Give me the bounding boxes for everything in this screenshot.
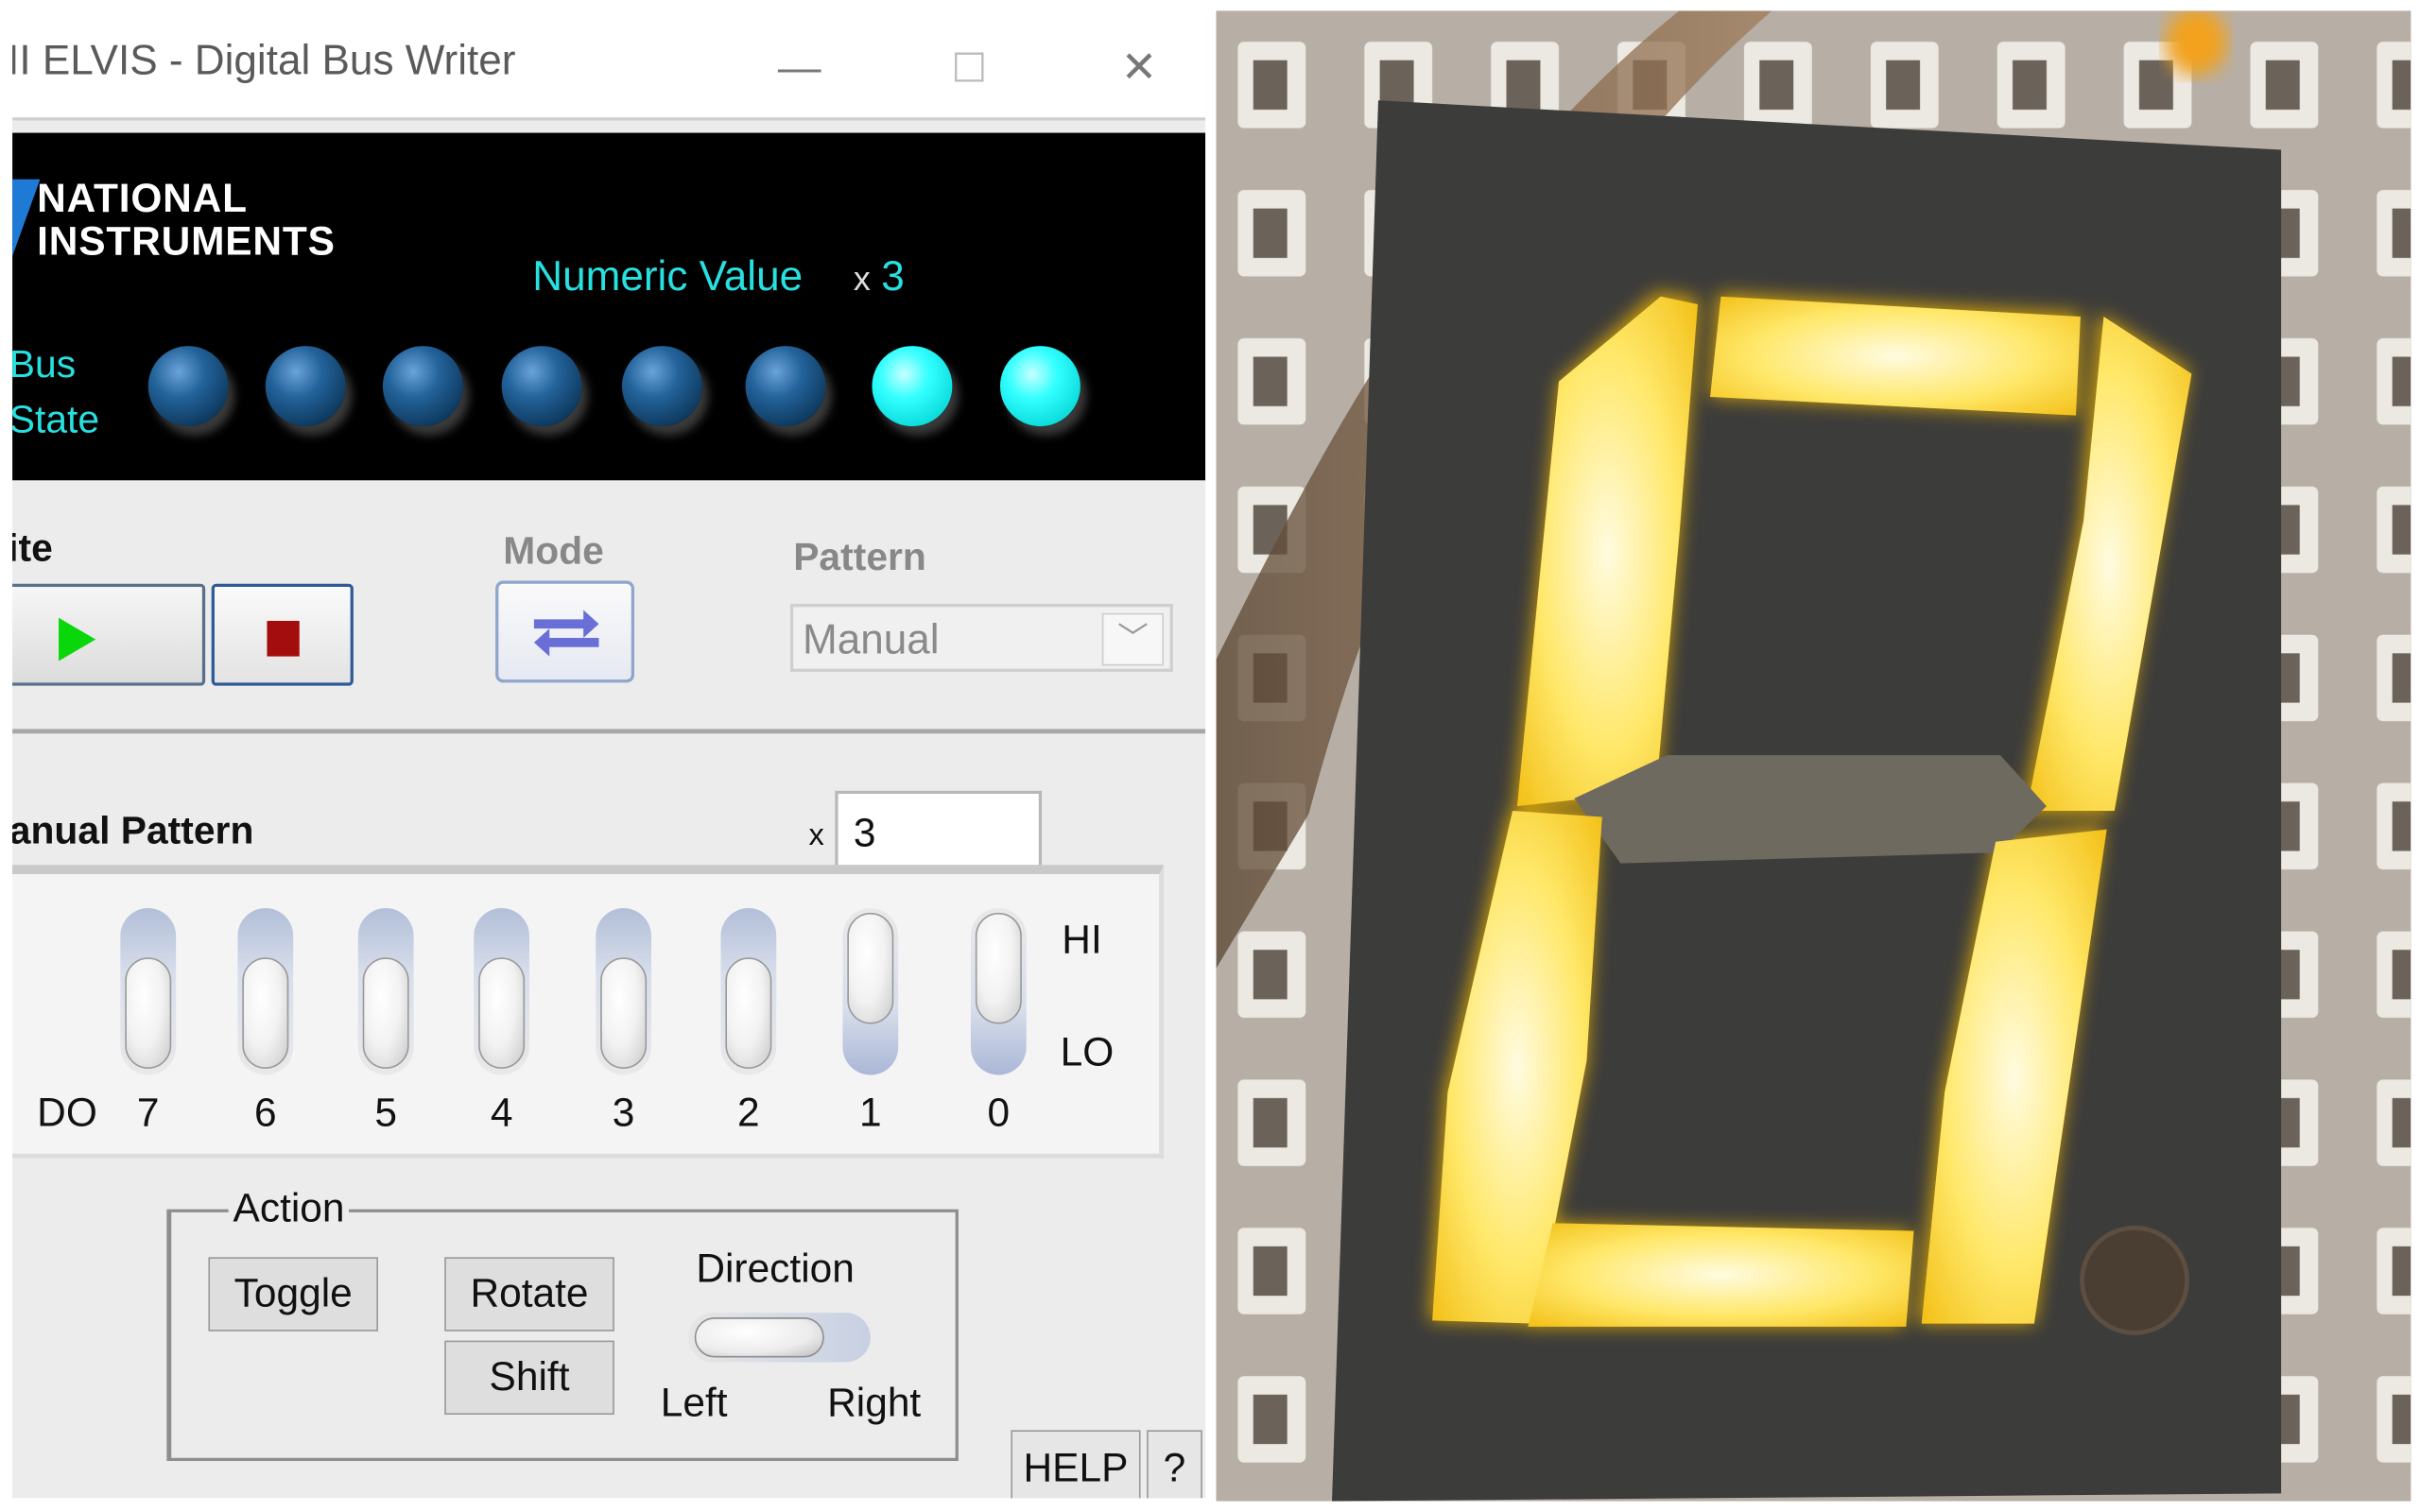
play-icon (59, 617, 96, 662)
shift-button[interactable]: Shift (444, 1340, 614, 1416)
bus-state-led-4 (501, 346, 582, 427)
lo-label: LO (1060, 1028, 1115, 1075)
bus-state-line2: State (12, 398, 100, 442)
bit-switch-knob[interactable] (125, 957, 172, 1069)
action-label: Action (228, 1184, 350, 1233)
segment-a (1710, 296, 2081, 416)
bit-label-2: 2 (737, 1089, 760, 1136)
help-button[interactable]: HELP (1011, 1430, 1141, 1499)
title-bar: II ELVIS - Digital Bus Writer — ☐ ✕ (12, 12, 1206, 121)
pattern-value: Manual (803, 616, 940, 663)
close-button[interactable]: ✕ (1105, 34, 1173, 102)
bus-state-led-3 (621, 346, 702, 427)
bit-label-0: 0 (987, 1089, 1011, 1136)
numeric-value-prefix: x (853, 259, 871, 299)
brand-line2: INSTRUMENTS (37, 217, 336, 265)
manual-pattern-label: anual Pattern (12, 809, 254, 853)
bit-switch-5[interactable] (357, 907, 414, 1075)
chevron-down-icon: ﹀ (1101, 612, 1165, 666)
screenshot: II ELVIS - Digital Bus Writer — ☐ ✕ NATI… (0, 0, 2420, 1512)
window-title: II ELVIS - Digital Bus Writer (12, 37, 516, 84)
indicator-glow (2165, 10, 2227, 77)
toggle-button[interactable]: Toggle (208, 1257, 379, 1332)
ni-logo-icon (12, 179, 41, 257)
segment-d (1528, 1223, 1914, 1327)
bit-switch-3[interactable] (596, 907, 651, 1075)
bit-switch-0[interactable] (970, 907, 1027, 1075)
bit-switch-knob[interactable] (847, 912, 894, 1024)
stop-button[interactable] (211, 583, 354, 686)
brand-line1: NATIONAL (37, 174, 248, 221)
pattern-label: Pattern (793, 536, 926, 579)
bit-switch-knob[interactable] (362, 957, 409, 1069)
bit-switch-knob[interactable] (975, 912, 1022, 1024)
mode-button[interactable] (495, 580, 635, 683)
loop-icon (533, 610, 599, 657)
bit-label-5: 5 (374, 1089, 397, 1136)
direction-left-label: Left (660, 1379, 728, 1426)
bus-state-line1: Bus (12, 342, 77, 387)
bus-state-led-1 (872, 346, 953, 427)
bit-label-3: 3 (612, 1089, 635, 1136)
seven-segment-display-image (1216, 10, 2411, 1502)
decimal-point (2080, 1225, 2189, 1335)
status-header: NATIONAL INSTRUMENTS Numeric Value x 3 B… (12, 132, 1206, 481)
context-help-button[interactable]: ? (1147, 1430, 1202, 1499)
hi-label: HI (1062, 916, 1102, 963)
bit-switch-7[interactable] (120, 907, 177, 1075)
stop-icon (267, 620, 300, 657)
bus-state-led-0 (999, 346, 1080, 427)
bit-switch-knob[interactable] (478, 957, 526, 1069)
do-label: DO (37, 1089, 97, 1136)
bit-label-6: 6 (254, 1089, 277, 1136)
digital-bus-writer-window: II ELVIS - Digital Bus Writer — ☐ ✕ NATI… (12, 12, 1206, 1499)
bus-state-led-6 (265, 346, 346, 427)
numeric-value-label: Numeric Value (532, 253, 804, 301)
bit-switch-4[interactable] (474, 907, 530, 1075)
direction-switch[interactable] (688, 1313, 871, 1363)
manual-pattern-value: 3 (853, 809, 876, 856)
numeric-value: 3 (881, 253, 905, 301)
bus-state-led-5 (382, 346, 463, 427)
direction-switch-knob[interactable] (694, 1317, 824, 1358)
segment-g (1574, 755, 2047, 864)
run-button[interactable] (12, 583, 206, 686)
mode-label: Mode (503, 529, 604, 574)
seven-segment-photo (1216, 10, 2411, 1502)
bus-state-led-2 (745, 346, 826, 427)
bit-switch-knob[interactable] (242, 957, 289, 1069)
direction-right-label: Right (827, 1379, 922, 1426)
direction-label: Direction (696, 1245, 855, 1292)
bit-switch-2[interactable] (720, 907, 777, 1075)
minimize-button[interactable]: — (766, 34, 834, 102)
pattern-select[interactable]: Manual ﹀ (789, 604, 1173, 672)
bit-label-1: 1 (859, 1089, 882, 1136)
manual-pattern-prefix: x (808, 818, 824, 853)
divider (12, 729, 1206, 734)
manual-pattern-value-field[interactable]: 3 (835, 790, 1043, 868)
bit-label-7: 7 (136, 1089, 160, 1136)
brand-logo: NATIONAL INSTRUMENTS (37, 176, 336, 263)
bit-switch-1[interactable] (842, 907, 899, 1075)
maximize-button[interactable]: ☐ (935, 34, 1003, 102)
bit-label-4: 4 (490, 1089, 513, 1136)
bit-switch-6[interactable] (237, 907, 294, 1075)
bit-switch-knob[interactable] (725, 957, 772, 1069)
bit-switch-knob[interactable] (600, 957, 648, 1069)
bus-state-label: Bus State (12, 336, 99, 448)
rotate-button[interactable]: Rotate (444, 1257, 614, 1332)
write-label: ite (12, 526, 53, 571)
bus-state-led-7 (147, 346, 229, 427)
